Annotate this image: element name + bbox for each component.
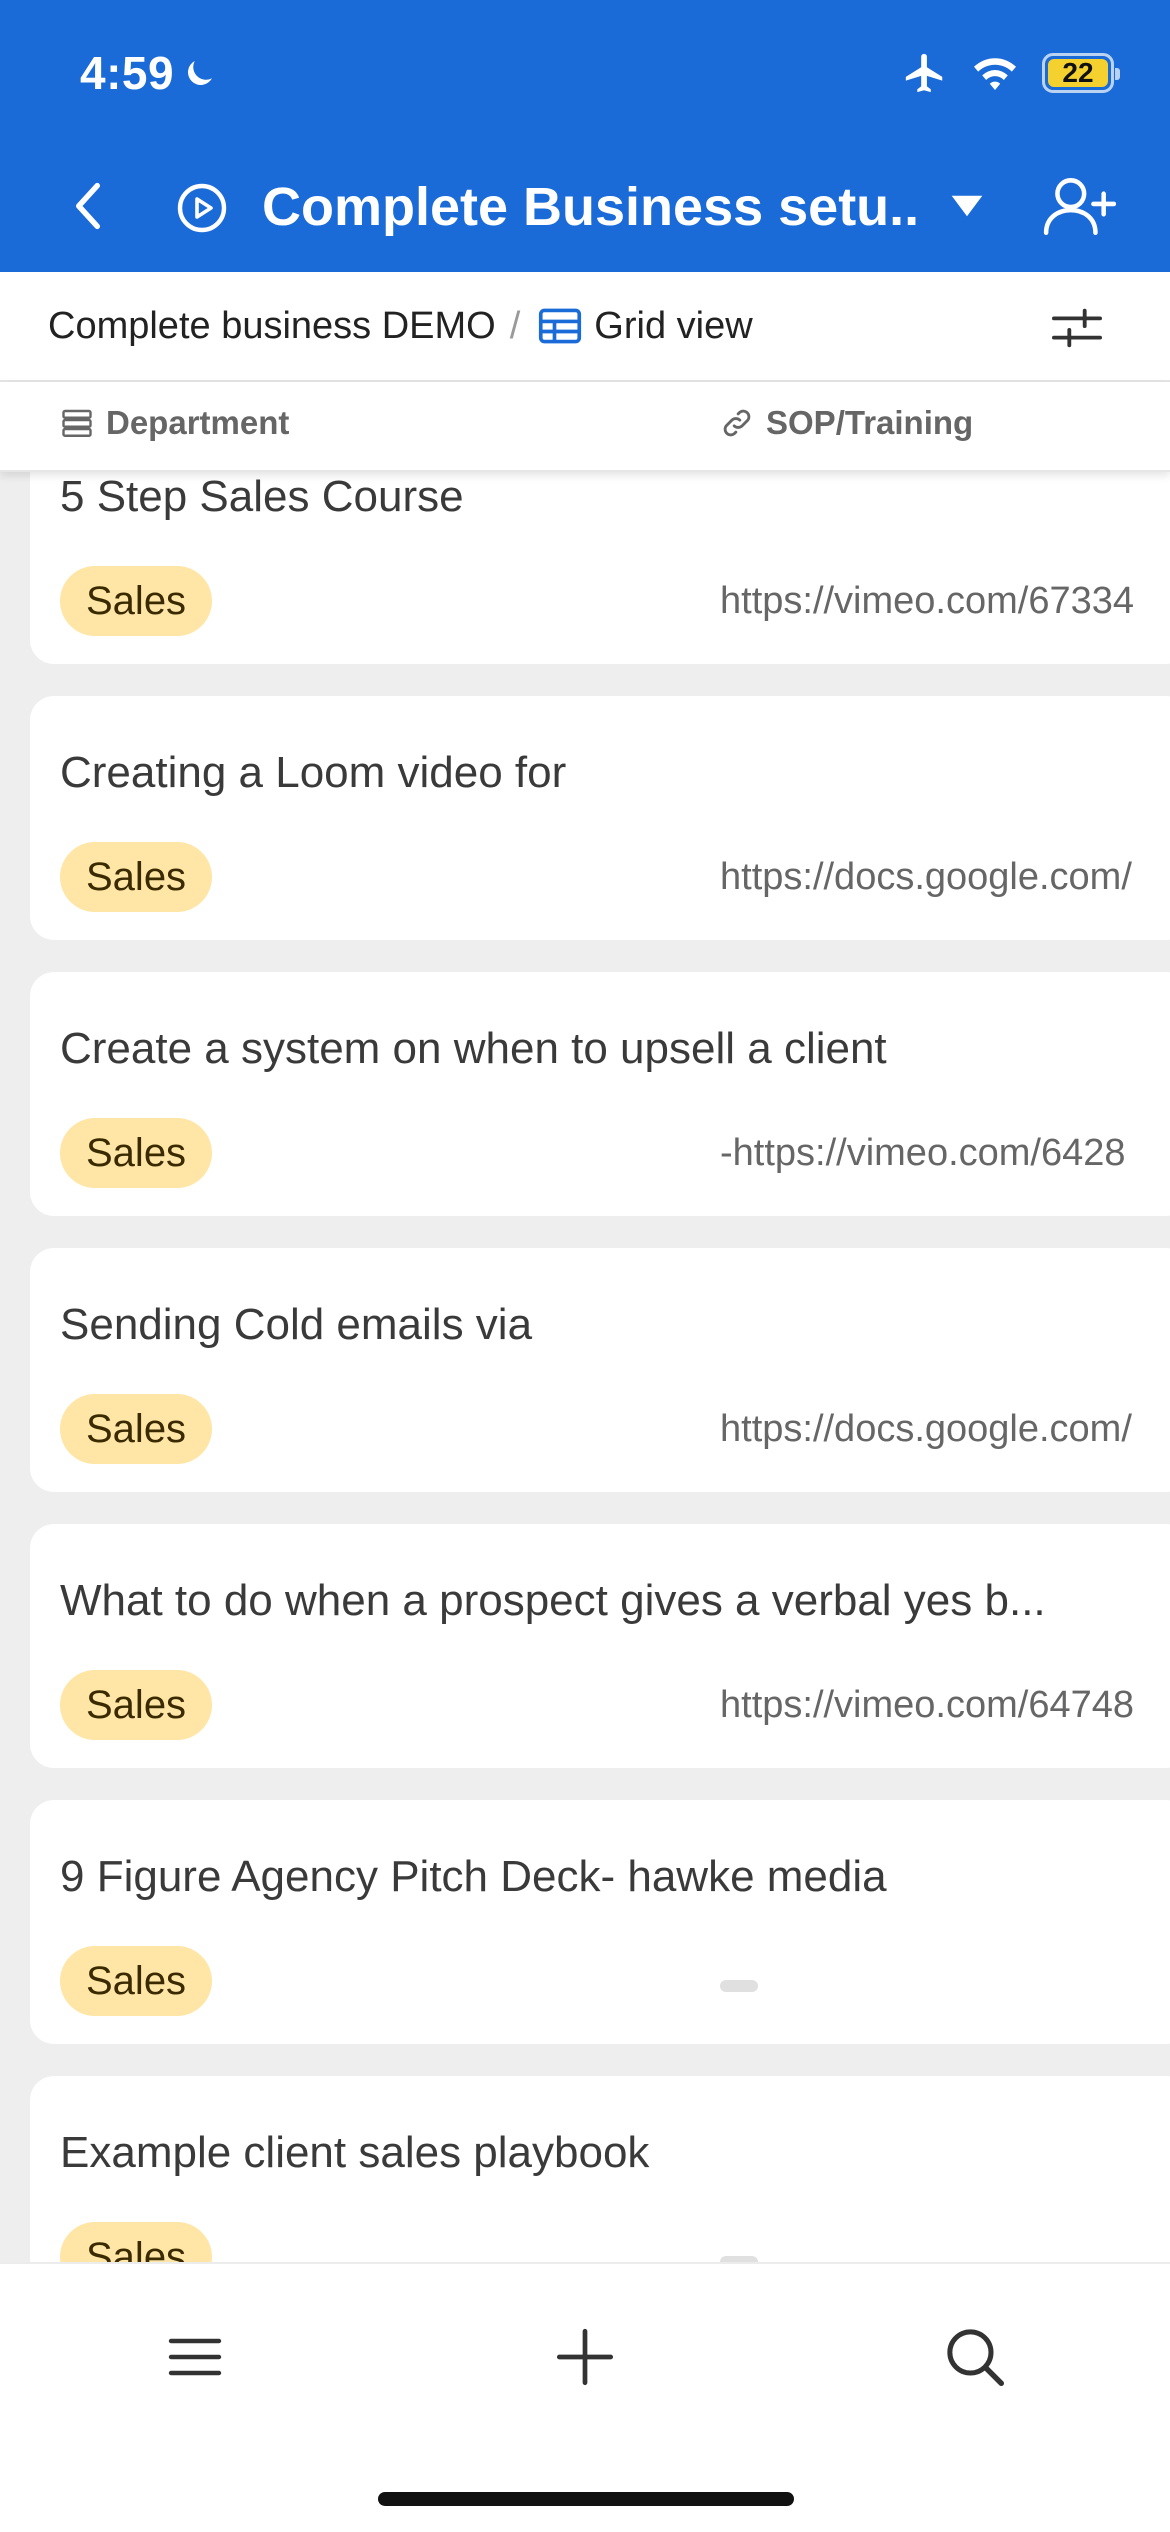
department-tag: Sales [60,1394,213,1464]
status-indicators: 22 [902,50,1120,96]
menu-button[interactable] [160,2322,230,2392]
department-tag: Sales [60,1670,213,1740]
sop-link[interactable]: https://vimeo.com/64748 [720,1684,1170,1727]
column-sop-training[interactable]: SOP/Training [720,404,973,442]
department-tag: Sales [60,566,213,636]
record-title: Create a system on when to upsell a clie… [60,1024,887,1073]
add-user-icon[interactable] [1042,174,1116,238]
link-field-icon [723,409,751,437]
search-button[interactable] [940,2322,1010,2392]
column-sop-label: SOP/Training [766,404,974,441]
plus-icon [556,2328,614,2386]
back-icon [75,182,100,230]
grid-icon [539,308,582,344]
back-button[interactable] [62,180,114,232]
record-list[interactable]: 5 Step Sales Course Sales https://vimeo.… [0,472,1170,2262]
status-time-label: 4:59 [80,47,175,99]
battery-icon: 22 [1042,53,1120,93]
breadcrumb-base[interactable]: Complete business DEMO [48,305,496,348]
app-header: 4:59 22 Complete Business setu... [0,0,1170,272]
wifi-icon [974,58,1016,90]
caret-down-icon[interactable] [950,192,984,220]
department-tag: Sales [60,842,213,912]
add-record-button[interactable] [550,2322,620,2392]
breadcrumb: Complete business DEMO / Grid view [0,272,1170,382]
column-department-label: Department [106,404,290,441]
record-card[interactable]: Example client sales playbook Sales [30,2076,1170,2262]
menu-icon [168,2338,222,2376]
moon-icon [188,61,213,85]
home-indicator [378,2492,794,2506]
breadcrumb-separator: / [509,304,521,347]
record-card[interactable]: 5 Step Sales Course Sales https://vimeo.… [30,472,1170,664]
record-title: Creating a Loom video for [60,748,567,797]
record-card[interactable]: What to do when a prospect gives a verba… [30,1524,1170,1768]
sop-link[interactable]: https://vimeo.com/67334 [720,580,1170,623]
department-tag: Sales [60,1118,213,1188]
column-department[interactable]: Department [60,404,289,442]
record-title: What to do when a prospect gives a verba… [60,1576,1046,1625]
sop-link[interactable]: https://docs.google.com/ [720,1408,1170,1451]
nav-row: Complete Business setu... [0,162,1170,250]
airplane-icon [905,53,943,93]
department-tag: Sales [60,1946,213,2016]
search-icon [947,2329,1005,2387]
status-time: 4:59 [80,46,218,100]
record-card[interactable]: 9 Figure Agency Pitch Deck- hawke media … [30,1800,1170,2044]
record-title: 9 Figure Agency Pitch Deck- hawke media [60,1852,887,1901]
record-card[interactable]: Create a system on when to upsell a clie… [30,972,1170,1216]
department-tag: Sales [60,2222,213,2262]
base-title[interactable]: Complete Business setu... [262,176,922,238]
record-title: Example client sales playbook [60,2128,650,2177]
record-title: Sending Cold emails via [60,1300,533,1349]
list-field-icon [62,409,92,437]
record-card[interactable]: Sending Cold emails via Sales https://do… [30,1248,1170,1492]
empty-value [720,1980,758,1992]
battery-level: 22 [1048,57,1108,88]
bottom-toolbar [0,2262,1170,2532]
sop-link[interactable]: https://docs.google.com/ [720,856,1170,899]
sop-link[interactable]: -https://vimeo.com/6428 [720,1132,1170,1175]
record-card[interactable]: Creating a Loom video for Sales https://… [30,696,1170,940]
play-circle-icon [177,183,227,233]
column-header: Department SOP/Training [0,382,1170,472]
record-title: 5 Step Sales Course [60,472,464,521]
view-name[interactable]: Grid view [594,305,752,348]
filter-icon[interactable] [1052,306,1102,350]
